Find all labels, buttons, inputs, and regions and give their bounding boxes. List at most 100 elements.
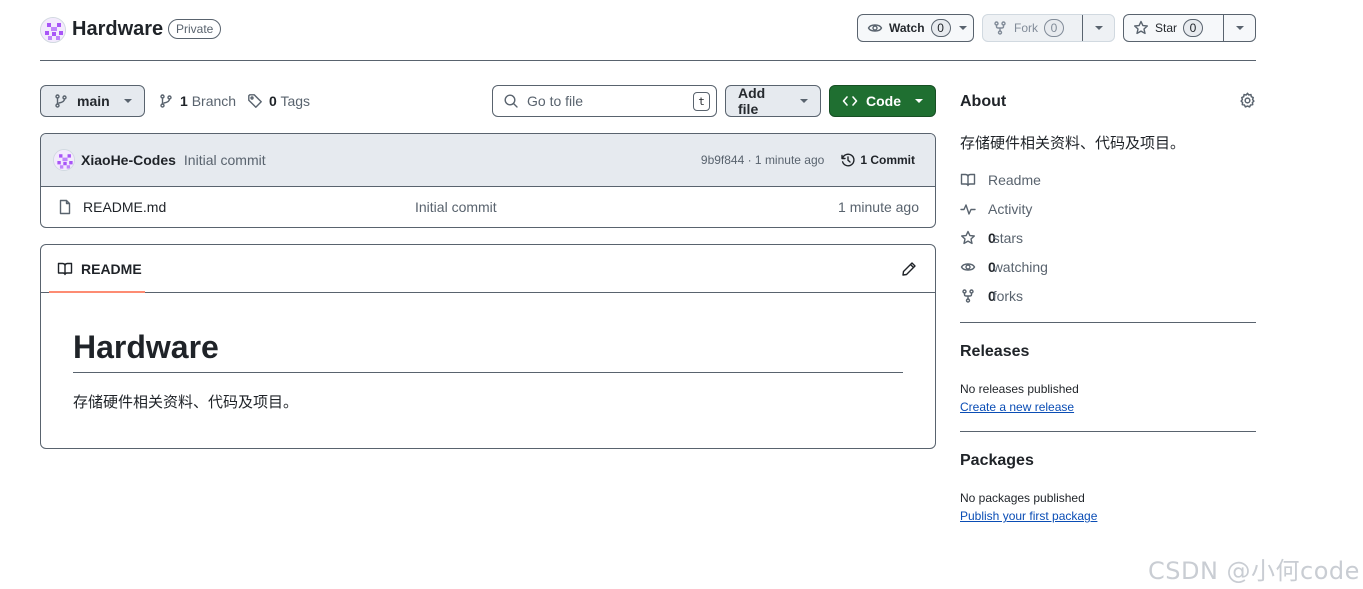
forks-link[interactable]: 0 forks [960,286,1023,306]
tags-link[interactable]: 0 Tags [247,93,310,109]
code-button[interactable]: Code [829,85,936,117]
readme-link-label: Readme [988,172,1041,188]
latest-commit-bar: XiaoHe-Codes Initial commit 9b9f844 · 1 … [41,134,935,187]
forks-label: forks [992,288,1024,304]
commit-author[interactable]: XiaoHe-Codes [81,152,176,168]
sidebar-divider [960,322,1256,323]
go-to-file-input[interactable]: Go to file t [492,85,717,117]
watching-link[interactable]: 0 watching [960,257,1048,277]
active-tab-indicator [49,291,145,293]
file-row[interactable]: README.md Initial commit 1 minute ago [41,187,935,227]
readme-heading: Hardware [73,329,903,373]
releases-empty-text: No releases published [960,382,1079,396]
visibility-badge: Private [168,19,222,39]
search-icon [504,94,518,108]
stars-link[interactable]: 0 stars [960,228,1023,248]
file-commit-time: 1 minute ago [838,199,919,215]
readme-link[interactable]: Readme [960,170,1041,190]
tag-count: 0 [269,93,277,109]
star-count: 0 [1183,19,1204,37]
file-browser: XiaoHe-Codes Initial commit 9b9f844 · 1 … [40,133,936,228]
fork-count: 0 [1044,19,1064,37]
add-file-label: Add file [738,85,766,117]
gear-icon [1240,92,1255,108]
readme-panel: README Hardware 存储硬件相关资料、代码及项目。 [40,244,936,449]
code-icon [842,96,858,106]
watermark: CSDN @小何code [1148,557,1360,585]
stars-label: stars [992,230,1024,246]
watch-button[interactable]: Watch 0 [857,14,974,42]
history-icon [841,153,855,167]
create-release-link[interactable]: Create a new release [960,400,1074,414]
chevron-down-icon [958,26,967,30]
file-commit-message[interactable]: Initial commit [415,199,497,215]
pencil-icon [902,261,916,276]
commit-history-link[interactable]: 1 Commit [840,152,923,168]
repo-settings-button[interactable] [1239,92,1256,109]
star-icon [1134,20,1148,35]
readme-body: 存储硬件相关资料、代码及项目。 [73,394,299,411]
branch-name: main [77,93,110,109]
star-dropdown[interactable] [1223,15,1255,41]
pulse-icon [960,204,976,215]
file-name[interactable]: README.md [83,199,166,215]
tab-readme[interactable]: README [57,245,142,292]
activity-link[interactable]: Activity [960,199,1032,219]
star-label: Star [1155,21,1178,35]
fork-dropdown[interactable] [1082,15,1114,41]
branches-link[interactable]: 1 Branch [158,93,236,109]
watch-count: 0 [930,19,951,37]
chevron-down-icon [800,99,808,103]
file-icon [59,199,71,215]
commit-hash-time[interactable]: 9b9f844 · 1 minute ago [701,153,824,167]
packages-heading[interactable]: Packages [960,452,1034,470]
code-label: Code [866,93,901,109]
readme-content: Hardware 存储硬件相关资料、代码及项目。 [41,293,935,412]
eye-icon [960,263,976,271]
star-button-group[interactable]: Star 0 [1123,14,1256,42]
edit-readme-button[interactable] [901,261,919,277]
fork-icon [962,289,974,303]
keyboard-shortcut-hint: t [693,91,710,111]
repo-owner-avatar[interactable] [40,17,66,43]
commit-message[interactable]: Initial commit [184,152,266,168]
fork-button-group[interactable]: Fork 0 [982,14,1115,42]
chevron-down-icon [123,99,132,103]
chevron-down-icon [915,99,923,103]
commit-count: 1 Commit [860,153,915,167]
header-divider [40,60,1256,61]
watching-label: watching [992,259,1048,275]
git-branch-icon [55,94,67,108]
fork-icon [994,21,1006,35]
about-heading: About [960,93,1007,110]
star-button[interactable]: Star 0 [1124,15,1223,41]
repo-title[interactable]: Hardware [72,18,163,41]
eye-icon [867,24,883,32]
fork-label: Fork [1014,21,1038,35]
readme-tab-label: README [81,260,142,277]
chevron-down-icon [1094,26,1103,30]
star-icon [961,230,975,245]
about-description: 存储硬件相关资料、代码及项目。 [960,135,1186,152]
branch-label: Branch [191,93,237,109]
chevron-down-icon [1235,26,1244,30]
tag-icon [248,94,262,108]
book-icon [960,173,976,187]
book-icon [57,262,73,275]
watch-label: Watch [889,21,925,35]
publish-package-link[interactable]: Publish your first package [960,509,1097,523]
packages-empty-text: No packages published [960,491,1085,505]
releases-heading[interactable]: Releases [960,343,1029,361]
commit-author-avatar[interactable] [53,149,75,171]
tag-label: Tags [280,93,311,109]
activity-link-label: Activity [988,201,1033,217]
watch-dropdown[interactable] [957,26,971,30]
git-branch-icon [160,94,172,108]
add-file-button[interactable]: Add file [725,85,821,117]
branch-count: 1 [180,93,188,109]
sidebar-divider [960,431,1256,432]
fork-button[interactable]: Fork 0 [983,15,1082,41]
search-placeholder: Go to file [527,93,584,109]
branch-selector[interactable]: main [40,85,145,117]
readme-header: README [41,245,935,293]
